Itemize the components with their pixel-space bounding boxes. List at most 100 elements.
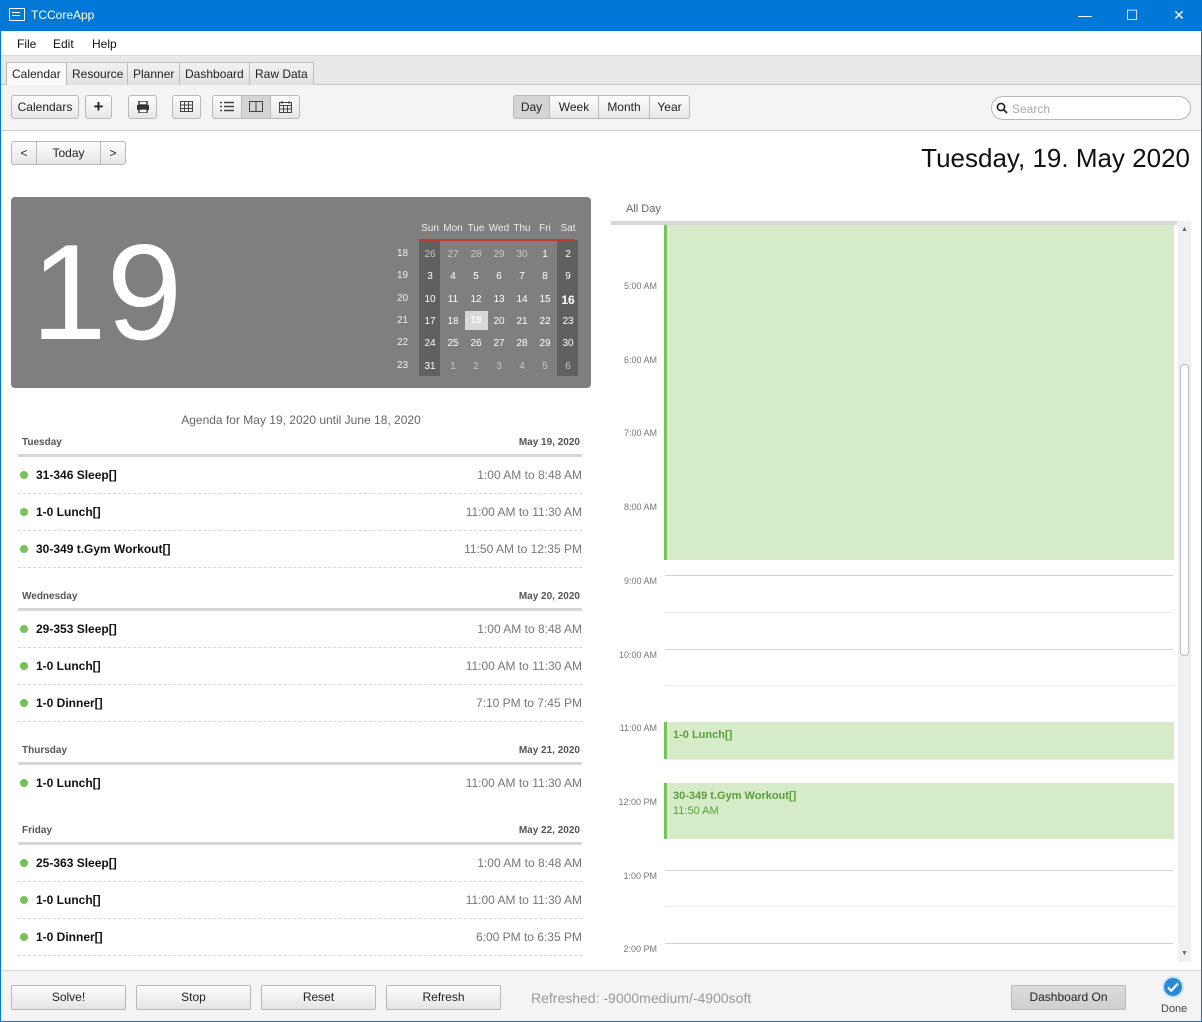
mini-calendar-day[interactable]: 17 bbox=[419, 315, 442, 329]
agenda-day-label: Thursday bbox=[22, 745, 68, 756]
scrollbar-thumb[interactable] bbox=[1180, 364, 1189, 656]
tab-resource[interactable]: Resource bbox=[66, 62, 130, 86]
agenda-event-row[interactable]: 1-0 Lunch[] 11:00 AM to 11:30 AM bbox=[18, 494, 582, 531]
agenda-event-row[interactable]: 30-349 t.Gym Workout[] 11:50 AM to 12:35 … bbox=[18, 531, 582, 568]
agenda-event-row[interactable]: 1-0 Lunch[] 11:00 AM to 11:30 AM bbox=[18, 765, 582, 802]
mini-calendar-day[interactable]: 20 bbox=[488, 315, 511, 329]
calendar-view-button[interactable] bbox=[270, 95, 300, 119]
scroll-up-arrow-icon[interactable]: ▲ bbox=[1181, 226, 1188, 233]
agenda-event-row[interactable]: 1-0 Dinner[] 7:10 PM to 7:45 PM bbox=[18, 685, 582, 722]
mini-calendar-day[interactable]: 1 bbox=[534, 248, 557, 262]
mini-calendar-day[interactable]: 5 bbox=[534, 360, 557, 374]
mini-calendar-day[interactable]: 24 bbox=[419, 337, 442, 351]
split-view-button[interactable] bbox=[241, 95, 271, 119]
prev-button[interactable]: < bbox=[11, 141, 37, 165]
calendars-button[interactable]: Calendars bbox=[11, 95, 79, 119]
mini-calendar-day[interactable]: 16 bbox=[557, 293, 580, 307]
day-view-event[interactable]: 30-349 t.Gym Workout[] 11:50 AM bbox=[664, 782, 1174, 839]
mini-calendar-day[interactable]: 21 bbox=[511, 315, 534, 329]
refresh-button[interactable]: Refresh bbox=[386, 985, 501, 1010]
mini-calendar-day[interactable]: 1 bbox=[442, 360, 465, 374]
mini-calendar-day[interactable]: 5 bbox=[465, 270, 488, 284]
mini-calendar-day[interactable]: 14 bbox=[511, 293, 534, 307]
hour-label: 5:00 AM bbox=[623, 281, 657, 291]
event-title: 30-349 t.Gym Workout[] bbox=[673, 789, 797, 802]
stop-button[interactable]: Stop bbox=[136, 985, 251, 1010]
mini-calendar-day[interactable]: 13 bbox=[488, 293, 511, 307]
week-number: 19 bbox=[396, 270, 409, 282]
print-button[interactable] bbox=[128, 95, 157, 119]
event-time: 11:50 AM bbox=[673, 804, 719, 817]
mini-calendar-day[interactable]: 25 bbox=[442, 337, 465, 351]
mini-calendar-day[interactable]: 3 bbox=[488, 360, 511, 374]
mini-calendar-day[interactable]: 26 bbox=[419, 248, 442, 262]
mini-calendar-day[interactable]: 29 bbox=[534, 337, 557, 351]
view-week-button[interactable]: Week bbox=[549, 95, 599, 119]
mini-calendar-day[interactable]: 2 bbox=[557, 248, 580, 262]
mini-calendar-day[interactable]: 2 bbox=[465, 360, 488, 374]
menu-help[interactable]: Help bbox=[92, 37, 117, 51]
minimize-button[interactable]: — bbox=[1062, 0, 1108, 31]
tab-planner[interactable]: Planner bbox=[127, 62, 181, 86]
day-view-event[interactable] bbox=[664, 225, 1174, 561]
mini-calendar-day[interactable]: 19 bbox=[464, 310, 488, 330]
view-day-button[interactable]: Day bbox=[513, 95, 550, 119]
agenda-event-row[interactable]: 1-0 Dinner[] 6:00 PM to 6:35 PM bbox=[18, 919, 582, 956]
day-view-scrollbar[interactable]: ▲ ▼ bbox=[1178, 221, 1191, 962]
mini-calendar-day[interactable]: 28 bbox=[511, 337, 534, 351]
mini-calendar-day[interactable]: 30 bbox=[511, 248, 534, 262]
mini-calendar-day[interactable]: 11 bbox=[442, 293, 465, 307]
mini-calendar-day[interactable]: 12 bbox=[465, 293, 488, 307]
mini-calendar-day[interactable]: 29 bbox=[488, 248, 511, 262]
mini-calendar-day[interactable]: 6 bbox=[557, 360, 580, 374]
view-year-button[interactable]: Year bbox=[649, 95, 690, 119]
mini-calendar-day[interactable]: 22 bbox=[534, 315, 557, 329]
view-month-button[interactable]: Month bbox=[598, 95, 650, 119]
mini-calendar-day[interactable]: 27 bbox=[488, 337, 511, 351]
mini-calendar-day[interactable]: 18 bbox=[442, 315, 465, 329]
tab-dashboard[interactable]: Dashboard bbox=[179, 62, 250, 86]
mini-calendar-day[interactable]: 26 bbox=[465, 337, 488, 351]
mini-calendar-day[interactable]: 27 bbox=[442, 248, 465, 262]
next-button[interactable]: > bbox=[100, 141, 126, 165]
agenda-event-name: 1-0 Dinner[] bbox=[36, 930, 103, 944]
close-button[interactable]: ✕ bbox=[1156, 0, 1202, 31]
reset-button[interactable]: Reset bbox=[261, 985, 376, 1010]
menu-file[interactable]: File bbox=[17, 37, 36, 51]
mini-calendar-day[interactable]: 4 bbox=[442, 270, 465, 284]
menu-edit[interactable]: Edit bbox=[53, 37, 74, 51]
mini-calendar-day[interactable]: 30 bbox=[557, 337, 580, 351]
add-icon[interactable]: + bbox=[85, 95, 112, 119]
agenda-event-row[interactable]: 1-0 Lunch[] 11:00 AM to 11:30 AM bbox=[18, 648, 582, 685]
scroll-down-arrow-icon[interactable]: ▼ bbox=[1181, 950, 1188, 957]
mini-calendar-day[interactable]: 31 bbox=[419, 360, 442, 374]
day-view-event[interactable]: 1-0 Lunch[] bbox=[664, 722, 1174, 760]
event-dot-icon bbox=[20, 662, 28, 670]
mini-calendar-day[interactable]: 4 bbox=[511, 360, 534, 374]
agenda-event-row[interactable]: 1-0 Lunch[] 11:00 AM to 11:30 AM bbox=[18, 882, 582, 919]
half-hour-gridline bbox=[665, 906, 1173, 908]
mini-calendar-day[interactable]: 9 bbox=[557, 270, 580, 284]
mini-calendar-day[interactable]: 8 bbox=[534, 270, 557, 284]
mini-calendar-day[interactable]: 6 bbox=[488, 270, 511, 284]
tab-calendar[interactable]: Calendar bbox=[6, 62, 67, 87]
mini-calendar-day[interactable]: 3 bbox=[419, 270, 442, 284]
solve-button[interactable]: Solve! bbox=[11, 985, 126, 1010]
window-titlebar[interactable]: TCCoreApp — ☐ ✕ bbox=[0, 0, 1202, 31]
table-view-button[interactable] bbox=[172, 95, 201, 119]
mini-calendar-day[interactable]: 7 bbox=[511, 270, 534, 284]
agenda-event-row[interactable]: 31-346 Sleep[] 1:00 AM to 8:48 AM bbox=[18, 457, 582, 494]
mini-calendar-day[interactable]: 23 bbox=[557, 315, 580, 329]
mini-calendar-day[interactable]: 10 bbox=[419, 293, 442, 307]
maximize-button[interactable]: ☐ bbox=[1109, 0, 1155, 31]
dashboard-toggle-button[interactable]: Dashboard On bbox=[1011, 985, 1126, 1010]
search-input[interactable]: Search bbox=[991, 96, 1191, 120]
mini-calendar-day[interactable]: 28 bbox=[465, 248, 488, 262]
mini-calendar-day[interactable]: 15 bbox=[534, 293, 557, 307]
agenda-event-row[interactable]: 29-353 Sleep[] 1:00 AM to 8:48 AM bbox=[18, 611, 582, 648]
today-button[interactable]: Today bbox=[36, 141, 101, 165]
bottom-bar: Solve! Stop Reset Refresh Refreshed: -90… bbox=[1, 970, 1201, 1021]
tab-raw-data[interactable]: Raw Data bbox=[249, 62, 314, 86]
list-view-button[interactable] bbox=[212, 95, 242, 119]
agenda-event-row[interactable]: 25-363 Sleep[] 1:00 AM to 8:48 AM bbox=[18, 845, 582, 882]
